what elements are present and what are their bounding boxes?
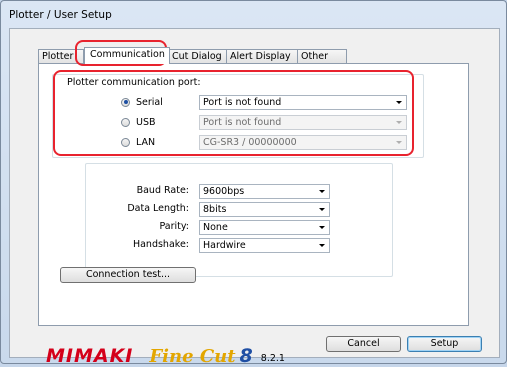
tab-alert-display[interactable]: Alert Display [226, 49, 298, 63]
data-length-select[interactable]: 8bits [199, 202, 330, 217]
chevron-down-icon [319, 208, 325, 211]
chevron-down-icon [319, 244, 325, 247]
port-group-highlight [53, 70, 414, 156]
tab-communication[interactable]: Communication [84, 47, 170, 64]
cancel-button[interactable]: Cancel [326, 336, 401, 352]
handshake-label: Handshake: [132, 239, 189, 250]
parity-select[interactable]: None [199, 220, 330, 235]
parity-label: Parity: [159, 221, 189, 232]
tab-other[interactable]: Other [297, 49, 347, 63]
baud-rate-label: Baud Rate: [136, 185, 189, 196]
data-length-value: 8bits [203, 204, 227, 215]
window-title: Plotter / User Setup [9, 9, 112, 21]
setup-button[interactable]: Setup [407, 336, 482, 352]
chevron-down-icon [319, 226, 325, 229]
parity-value: None [203, 222, 228, 233]
connection-test-button[interactable]: Connection test... [60, 267, 196, 283]
data-length-label: Data Length: [127, 203, 189, 214]
baud-rate-value: 9600bps [203, 186, 245, 197]
tab-cut-dialog[interactable]: Cut Dialog [168, 49, 228, 63]
version-label: 8.2.1 [260, 353, 285, 364]
finecut-logo: MIMAKI Fine Cut 8 8.2.1 [46, 343, 285, 367]
baud-rate-select[interactable]: 9600bps [199, 184, 330, 199]
handshake-value: Hardwire [203, 240, 246, 251]
chevron-down-icon [319, 190, 325, 193]
handshake-select[interactable]: Hardwire [199, 238, 330, 253]
